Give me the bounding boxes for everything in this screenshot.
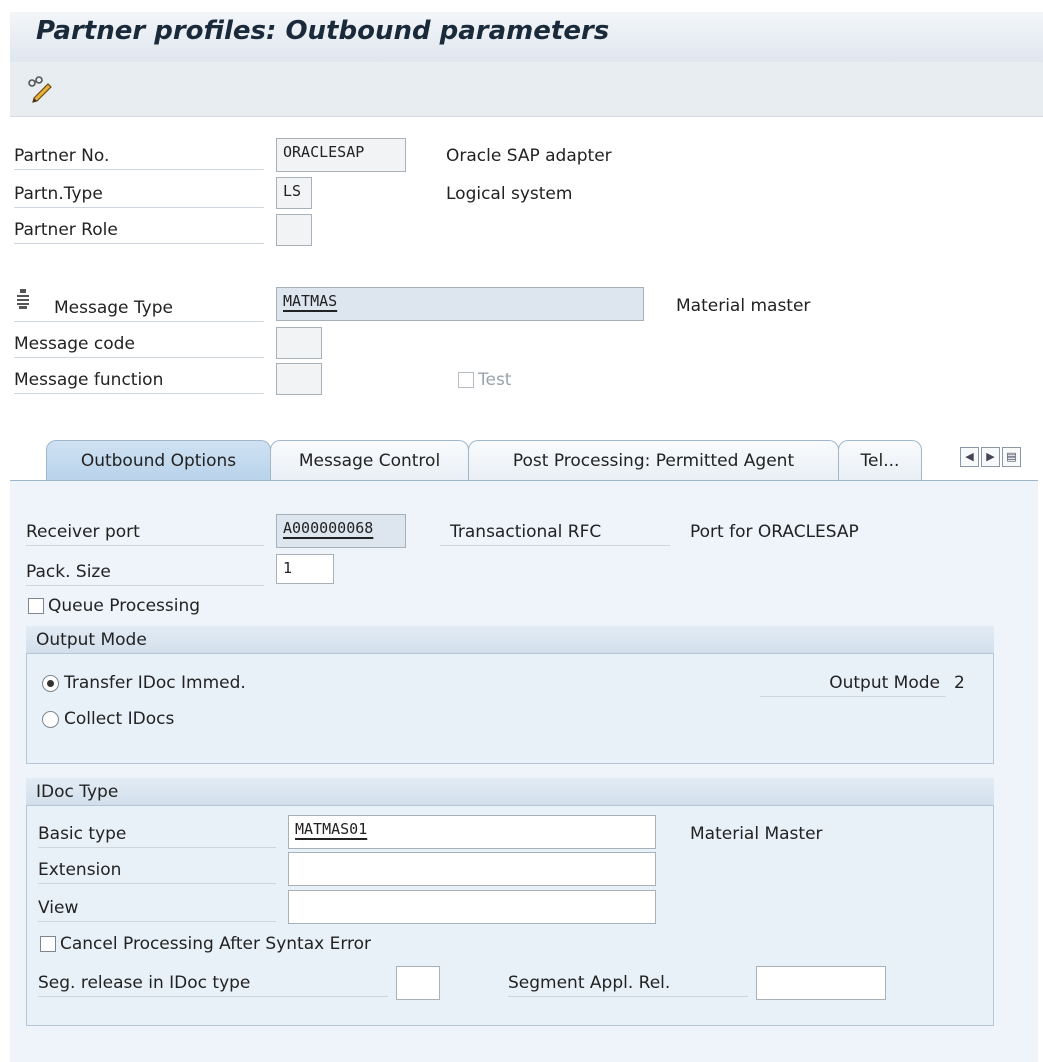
cancel-processing-label: Cancel Processing After Syntax Error	[60, 934, 372, 954]
application-toolbar	[10, 62, 1043, 117]
tab-list-icon: ▤	[1006, 450, 1017, 463]
tab-list-button[interactable]: ▤	[1002, 447, 1021, 467]
idoc-type-group-title: IDoc Type	[26, 778, 994, 806]
message-code-field[interactable]	[276, 327, 322, 359]
arrow-left-icon: ◀	[965, 450, 974, 463]
tab-scroll-right-button[interactable]: ▶	[981, 447, 1000, 467]
tab-post-processing[interactable]: Post Processing: Permitted Agent	[468, 440, 839, 480]
receiver-port-field[interactable]: A000000068	[276, 514, 406, 548]
message-function-field[interactable]	[276, 363, 322, 395]
transfer-idoc-immed-label: Transfer IDoc Immed.	[64, 673, 246, 693]
tab-outbound-options[interactable]: Outbound Options	[46, 440, 271, 480]
message-function-label: Message function	[14, 370, 264, 394]
basic-type-description: Material Master	[690, 824, 823, 844]
receiver-port-label: Receiver port	[26, 522, 264, 546]
pack-size-label: Pack. Size	[26, 562, 264, 586]
receiver-port-value: A000000068	[283, 519, 374, 537]
message-type-value: MATMAS	[283, 292, 338, 310]
message-code-label: Message code	[14, 334, 264, 358]
receiver-port-description: Port for ORACLESAP	[690, 522, 859, 542]
arrow-right-icon: ▶	[986, 450, 995, 463]
tab-message-control[interactable]: Message Control	[270, 440, 469, 480]
segment-appl-rel-label: Segment Appl. Rel.	[508, 973, 748, 997]
extension-label: Extension	[38, 860, 276, 884]
extension-field[interactable]	[288, 852, 656, 886]
basic-type-value: MATMAS01	[295, 820, 368, 838]
cancel-processing-checkbox[interactable]	[40, 936, 56, 952]
seg-release-label: Seg. release in IDoc type	[38, 973, 388, 997]
partner-no-field[interactable]: ORACLESAP	[276, 138, 406, 172]
test-checkbox[interactable]	[458, 372, 474, 388]
partner-role-field[interactable]	[276, 214, 312, 246]
view-field[interactable]	[288, 890, 656, 924]
partner-role-label: Partner Role	[14, 220, 264, 244]
message-type-field[interactable]: MATMAS	[276, 287, 644, 321]
receiver-port-type: Transactional RFC	[440, 522, 670, 546]
page-title: Partner profiles: Outbound parameters	[36, 16, 610, 46]
basic-type-field[interactable]: MATMAS01	[288, 815, 656, 849]
tab-scroll-left-button[interactable]: ◀	[960, 447, 979, 467]
basic-type-label: Basic type	[38, 824, 276, 848]
queue-processing-checkbox[interactable]	[28, 598, 44, 614]
view-label: View	[38, 898, 276, 922]
partner-no-description: Oracle SAP adapter	[446, 146, 612, 166]
tab-telephony[interactable]: Tel...	[838, 440, 922, 480]
queue-processing-label: Queue Processing	[48, 596, 201, 616]
test-label: Test	[478, 370, 512, 390]
seg-release-field[interactable]	[396, 966, 440, 1000]
pack-size-field[interactable]: 1	[276, 554, 334, 584]
partner-no-label: Partner No.	[14, 146, 264, 170]
output-mode-group-title: Output Mode	[26, 626, 994, 654]
message-type-description: Material master	[676, 296, 811, 316]
output-mode-value: 2	[954, 673, 965, 693]
collect-idocs-radio[interactable]	[42, 711, 59, 728]
collect-idocs-label: Collect IDocs	[64, 709, 175, 729]
partner-type-description: Logical system	[446, 184, 573, 204]
segment-appl-rel-field[interactable]	[756, 966, 886, 1000]
transfer-idoc-immed-radio[interactable]	[42, 675, 59, 692]
display-change-button[interactable]	[26, 74, 56, 104]
pencil-glasses-icon	[28, 76, 52, 103]
partner-type-field[interactable]: LS	[276, 177, 312, 209]
output-mode-label: Output Mode	[760, 673, 946, 697]
message-type-label: Message Type	[14, 298, 264, 322]
partner-type-label: Partn.Type	[14, 184, 264, 208]
